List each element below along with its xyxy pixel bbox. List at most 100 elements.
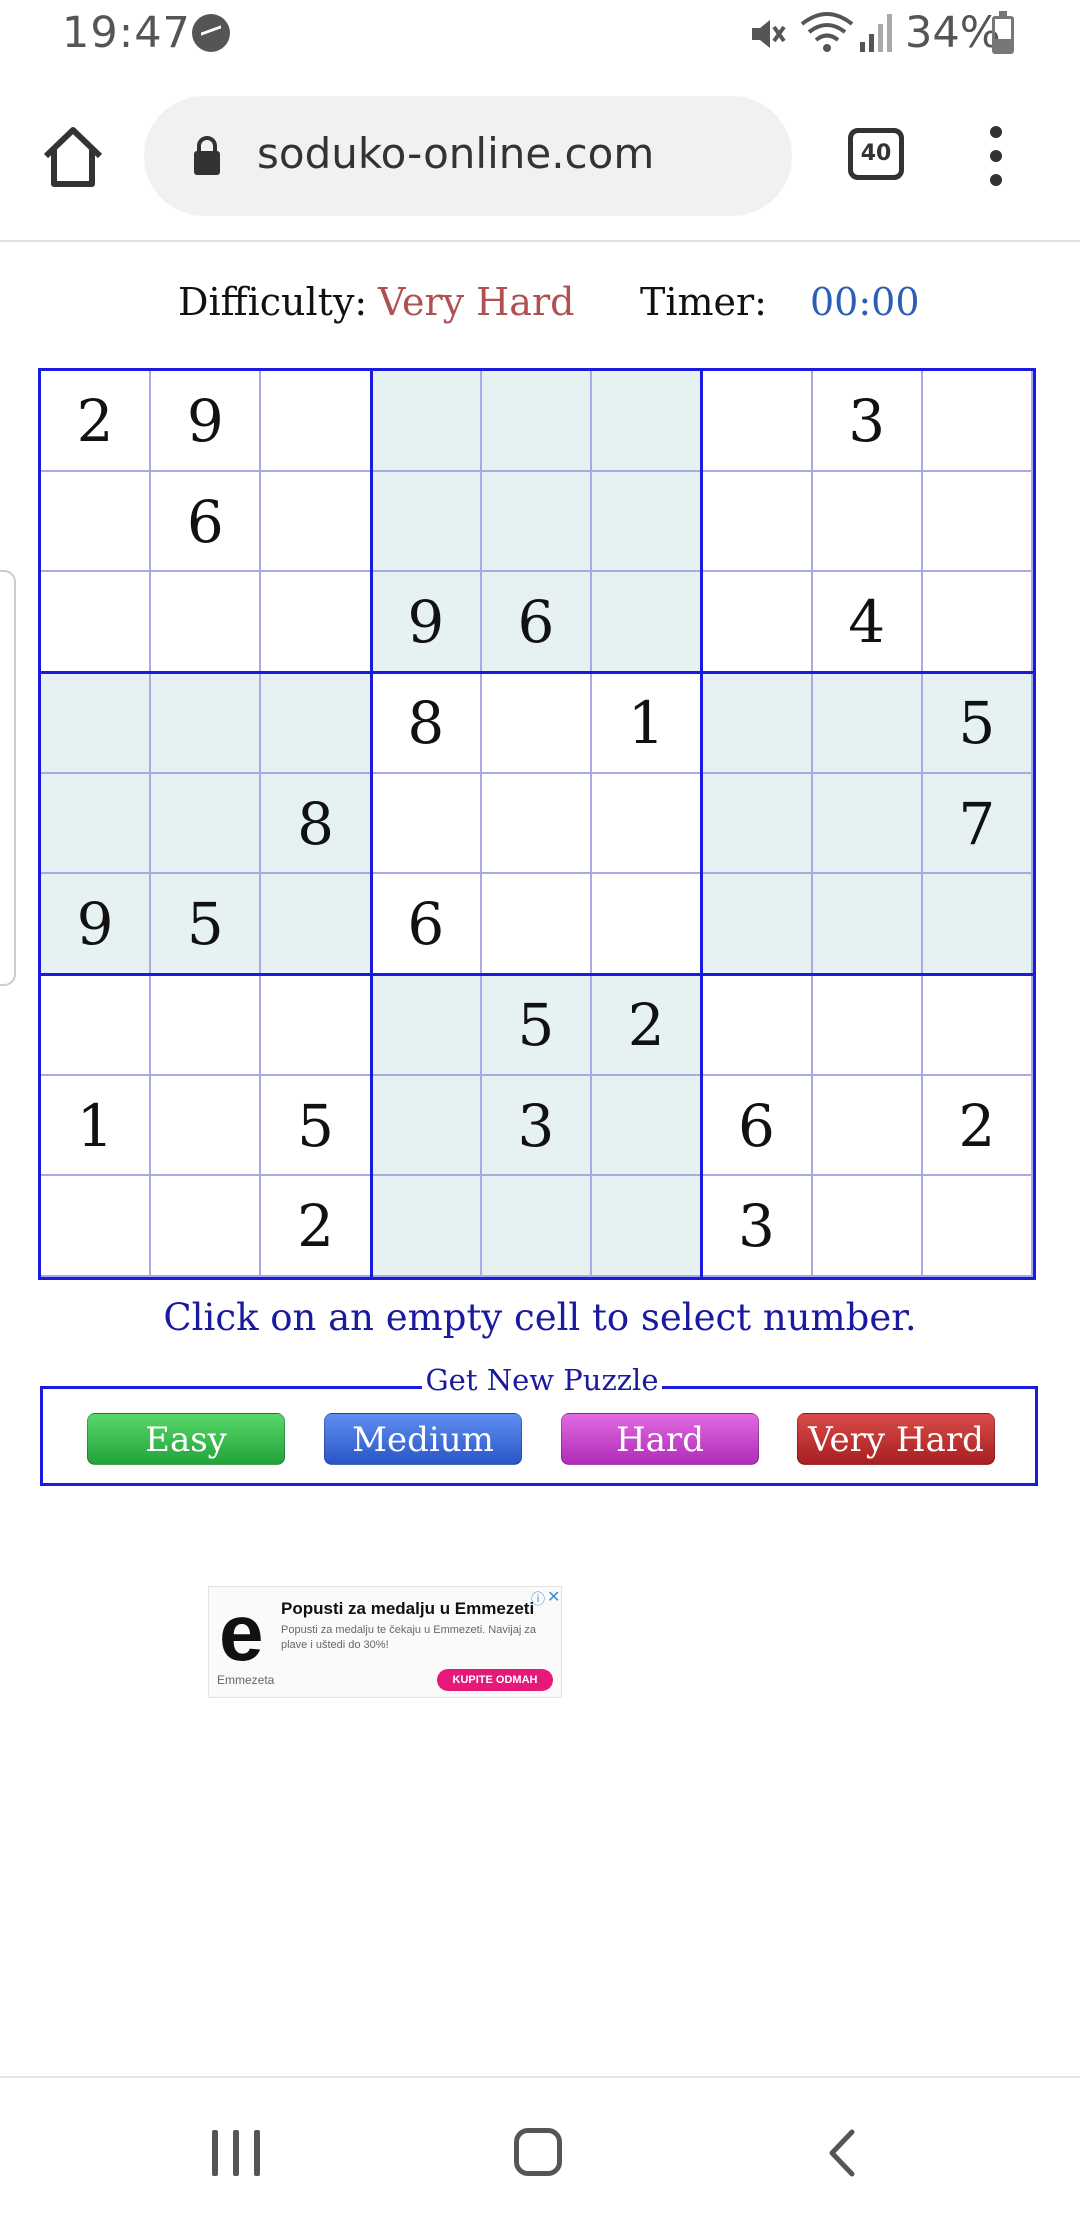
sudoku-cell[interactable] xyxy=(922,1176,1033,1277)
sudoku-cell[interactable] xyxy=(812,773,923,875)
sudoku-cell: 5 xyxy=(261,1075,372,1177)
sudoku-cell[interactable] xyxy=(371,1075,482,1177)
overflow-menu-icon[interactable] xyxy=(982,126,1010,186)
edge-panel-handle[interactable] xyxy=(0,570,16,986)
sudoku-cell[interactable] xyxy=(702,673,813,774)
sudoku-cell[interactable] xyxy=(812,975,923,1076)
sudoku-cell[interactable] xyxy=(41,773,152,875)
sudoku-cell: 1 xyxy=(592,673,703,774)
sudoku-cell[interactable] xyxy=(592,773,703,875)
sudoku-cell[interactable] xyxy=(371,975,482,1076)
sudoku-cell[interactable] xyxy=(812,673,923,774)
sudoku-cell[interactable] xyxy=(922,975,1033,1076)
sudoku-cell[interactable] xyxy=(592,371,703,472)
sudoku-board: 293696481587956521536223 xyxy=(38,368,1036,1280)
sudoku-cell[interactable] xyxy=(812,1176,923,1277)
sudoku-cell[interactable] xyxy=(261,975,372,1076)
sudoku-cell[interactable] xyxy=(592,1075,703,1177)
sudoku-cell[interactable] xyxy=(41,1176,152,1277)
sudoku-cell: 3 xyxy=(702,1176,813,1277)
sudoku-cell[interactable] xyxy=(41,673,152,774)
sudoku-cell[interactable] xyxy=(371,773,482,875)
sudoku-cell[interactable] xyxy=(481,471,593,573)
sudoku-cell: 6 xyxy=(702,1075,813,1177)
sudoku-cell: 9 xyxy=(41,874,152,975)
sudoku-cell[interactable] xyxy=(481,1176,593,1277)
sudoku-cell[interactable] xyxy=(261,471,372,573)
sudoku-cell[interactable] xyxy=(41,975,152,1076)
very-hard-button[interactable]: Very Hard xyxy=(797,1413,995,1465)
sudoku-cell[interactable] xyxy=(812,471,923,573)
sudoku-cell[interactable] xyxy=(371,371,482,472)
sudoku-cell[interactable] xyxy=(371,471,482,573)
ad-title: Popusti za medalju u Emmezeti xyxy=(281,1599,535,1618)
sudoku-cell[interactable] xyxy=(922,371,1033,472)
box-divider xyxy=(369,371,373,1277)
sudoku-cell: 6 xyxy=(151,471,262,573)
status-time: 19:47 xyxy=(62,8,191,58)
sudoku-cell[interactable] xyxy=(702,975,813,1076)
sudoku-cell[interactable] xyxy=(151,572,262,673)
address-bar[interactable]: soduko-online.com xyxy=(144,96,792,216)
sudoku-cell: 1 xyxy=(41,1075,152,1177)
sudoku-cell[interactable] xyxy=(592,1176,703,1277)
url-text: soduko-online.com xyxy=(257,129,655,178)
sudoku-cell[interactable] xyxy=(481,371,593,472)
mute-icon xyxy=(752,20,786,48)
back-icon[interactable] xyxy=(818,2128,868,2178)
sudoku-cell[interactable] xyxy=(151,1176,262,1277)
ad-info-icon[interactable]: ⓘ xyxy=(531,1589,545,1609)
sudoku-cell[interactable] xyxy=(592,874,703,975)
sudoku-cell[interactable] xyxy=(261,673,372,774)
sudoku-cell[interactable] xyxy=(702,572,813,673)
sudoku-cell: 2 xyxy=(922,1075,1033,1177)
home-icon[interactable] xyxy=(38,122,108,192)
sudoku-cell[interactable] xyxy=(702,773,813,875)
box-divider xyxy=(41,671,1033,674)
ad-close-icon[interactable]: ✕ xyxy=(547,1587,560,1607)
hard-button[interactable]: Hard xyxy=(561,1413,759,1465)
medium-button[interactable]: Medium xyxy=(324,1413,522,1465)
sudoku-cell[interactable] xyxy=(371,1176,482,1277)
sudoku-cell: 3 xyxy=(812,371,923,472)
ad-banner[interactable]: e Popusti za medalju u Emmezeti Popusti … xyxy=(208,1586,562,1698)
sudoku-cell: 3 xyxy=(481,1075,593,1177)
ad-brand: Emmezeta xyxy=(217,1673,275,1687)
sudoku-cell[interactable] xyxy=(702,874,813,975)
sudoku-cell[interactable] xyxy=(922,572,1033,673)
sudoku-cell[interactable] xyxy=(812,1075,923,1177)
sudoku-cell: 6 xyxy=(481,572,593,673)
ad-cta-button[interactable]: KUPITE ODMAH xyxy=(437,1669,553,1691)
sudoku-cell[interactable] xyxy=(261,371,372,472)
easy-button[interactable]: Easy xyxy=(87,1413,285,1465)
sudoku-cell[interactable] xyxy=(592,471,703,573)
sudoku-cell[interactable] xyxy=(41,572,152,673)
sudoku-cell: 8 xyxy=(371,673,482,774)
sudoku-cell[interactable] xyxy=(151,1075,262,1177)
ad-logo: e xyxy=(219,1588,264,1677)
tab-switcher-button[interactable]: 40 xyxy=(848,128,904,180)
signal-icon xyxy=(860,14,892,52)
sudoku-cell[interactable] xyxy=(922,471,1033,573)
sudoku-cell[interactable] xyxy=(481,874,593,975)
sudoku-cell[interactable] xyxy=(702,471,813,573)
sudoku-cell[interactable] xyxy=(261,572,372,673)
sudoku-cell[interactable] xyxy=(481,773,593,875)
sudoku-cell[interactable] xyxy=(592,572,703,673)
sudoku-cell[interactable] xyxy=(151,773,262,875)
status-bar: 19:47 34% xyxy=(0,0,1080,72)
instruction-text: Click on an empty cell to select number. xyxy=(163,1296,917,1339)
sudoku-cell[interactable] xyxy=(151,975,262,1076)
box-divider xyxy=(41,973,1033,976)
sudoku-cell[interactable] xyxy=(812,874,923,975)
sudoku-cell[interactable] xyxy=(261,874,372,975)
home-nav-icon[interactable] xyxy=(514,2128,562,2176)
sudoku-cell[interactable] xyxy=(922,874,1033,975)
sudoku-cell: 6 xyxy=(371,874,482,975)
sudoku-cell[interactable] xyxy=(41,471,152,573)
sudoku-cell: 9 xyxy=(371,572,482,673)
sudoku-cell[interactable] xyxy=(481,673,593,774)
sudoku-cell[interactable] xyxy=(151,673,262,774)
recent-apps-icon[interactable] xyxy=(212,2130,262,2176)
sudoku-cell[interactable] xyxy=(702,371,813,472)
